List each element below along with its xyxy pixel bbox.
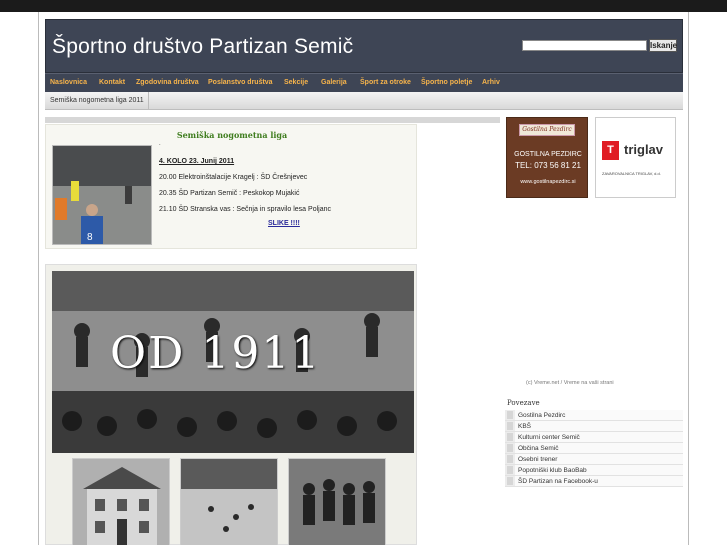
weather-widget-credit[interactable]: (c) Vreme.net / Vreme na vaši strani (526, 380, 614, 386)
site-title[interactable]: Športno društvo Partizan Semič (52, 35, 353, 59)
links-list: Gostilna Pezdirc KBŠ Kulturni center Sem… (505, 410, 683, 487)
link-label: KBŠ (518, 423, 532, 430)
article-thumbnail[interactable]: 8 (52, 145, 152, 245)
page-margin-left (0, 12, 38, 545)
triglav-ad[interactable]: T triglav ZAVAROVALNICA TRIGLAV, d.d. (595, 117, 676, 198)
link-item-gostilna-pezdirc[interactable]: Gostilna Pezdirc (505, 410, 683, 421)
page-margin-right (689, 12, 727, 545)
link-label: ŠD Partizan na Facebook-u (518, 478, 598, 485)
gostilna-pezdirc-ad[interactable]: Gostilna Pezdirc GOSTILNA PEZDIRC TEL: 0… (506, 117, 588, 198)
link-label: Popotniški klub BaoBab (518, 467, 587, 474)
od-1911-banner: OD 1911 (110, 328, 322, 379)
pezdirc-name: GOSTILNA PEZDIRC (514, 151, 582, 158)
slike-link[interactable]: SLIKE !!!! (268, 220, 300, 227)
historic-building-photo[interactable] (72, 458, 170, 545)
link-item-facebook[interactable]: ŠD Partizan na Facebook-u (505, 476, 683, 487)
link-item-kulturni-center[interactable]: Kulturni center Semič (505, 432, 683, 443)
nav-item-sport-za-otroke[interactable]: Šport za otroke (360, 79, 411, 86)
link-item-baobab[interactable]: Popotniški klub BaoBab (505, 465, 683, 476)
nav-item-sekcije[interactable]: Sekcije (284, 79, 308, 86)
search-button[interactable]: Iskanje (649, 39, 677, 52)
bullet-icon (507, 411, 513, 419)
historic-tug-of-war-photo[interactable]: OD 1911 (52, 271, 414, 453)
content-top-divider (45, 117, 500, 123)
article-title[interactable]: Semiška nogometna liga (46, 130, 418, 140)
bullet-icon (507, 444, 513, 452)
nav-item-sportno-poletje[interactable]: Športno poletje (421, 79, 472, 86)
pezdirc-phone: TEL: 073 56 81 21 (515, 161, 581, 170)
historic-sports-photo[interactable] (180, 458, 278, 545)
article-semiska-liga: Semiška nogometna liga . 8 4. KOLO 23. J… (45, 124, 417, 249)
bullet-icon (507, 422, 513, 430)
site-header: Športno društvo Partizan Semič Iskanje (45, 19, 683, 73)
link-label: Osebni trener (518, 456, 558, 463)
historic-group-photo[interactable] (288, 458, 386, 545)
main-nav: Naslovnica Kontakt Zgodovina društva Pos… (45, 73, 683, 92)
nav-item-zgodovina[interactable]: Zgodovina društva (136, 79, 199, 86)
link-item-osebni-trener[interactable]: Osebni trener (505, 454, 683, 465)
player-number: 8 (87, 232, 93, 243)
triglav-logo-icon: T (602, 141, 619, 160)
match-line-3: 21.10 ŠD Stranska vas : Sečnja in spravi… (159, 206, 331, 213)
link-item-obcina-semic[interactable]: Občina Semič (505, 443, 683, 454)
sub-nav: Semiška nogometna liga 2011 (45, 92, 683, 110)
bullet-icon (507, 477, 513, 485)
link-label: Kulturni center Semič (518, 434, 580, 441)
link-item-kbs[interactable]: KBŠ (505, 421, 683, 432)
triglav-subtitle: ZAVAROVALNICA TRIGLAV, d.d. (602, 171, 661, 176)
nav-item-kontakt[interactable]: Kontakt (99, 79, 125, 86)
nav-item-arhiv[interactable]: Arhiv (482, 79, 500, 86)
nav-item-poslanstvo[interactable]: Poslanstvo društva (208, 79, 273, 86)
pezdirc-logo: Gostilna Pezdirc (519, 124, 575, 136)
bullet-icon (507, 433, 513, 441)
pezdirc-website: www.gostilnapezdirc.si (520, 179, 576, 185)
nav-item-naslovnica[interactable]: Naslovnica (50, 79, 87, 86)
article-round: 4. KOLO 23. Junij 2011 (159, 158, 235, 165)
nav-item-galerija[interactable]: Galerija (321, 79, 347, 86)
link-label: Občina Semič (518, 445, 559, 452)
subnav-item-liga[interactable]: Semiška nogometna liga 2011 (45, 92, 149, 109)
article-dot: . (159, 141, 161, 147)
bullet-icon (507, 455, 513, 463)
triglav-name: triglav (624, 142, 664, 157)
match-line-2: 20.35 ŠD Partizan Semič : Peskokop Mujak… (159, 190, 300, 197)
page-top-bar (0, 0, 727, 12)
photo-panel: OD 1911 (45, 264, 417, 545)
match-line-1: 20.00 Elektroinštalacije Kragelj : ŠD Čr… (159, 174, 308, 181)
search-input[interactable] (522, 40, 647, 51)
links-heading: Povezave (507, 399, 540, 407)
link-label: Gostilna Pezdirc (518, 412, 566, 419)
bullet-icon (507, 466, 513, 474)
